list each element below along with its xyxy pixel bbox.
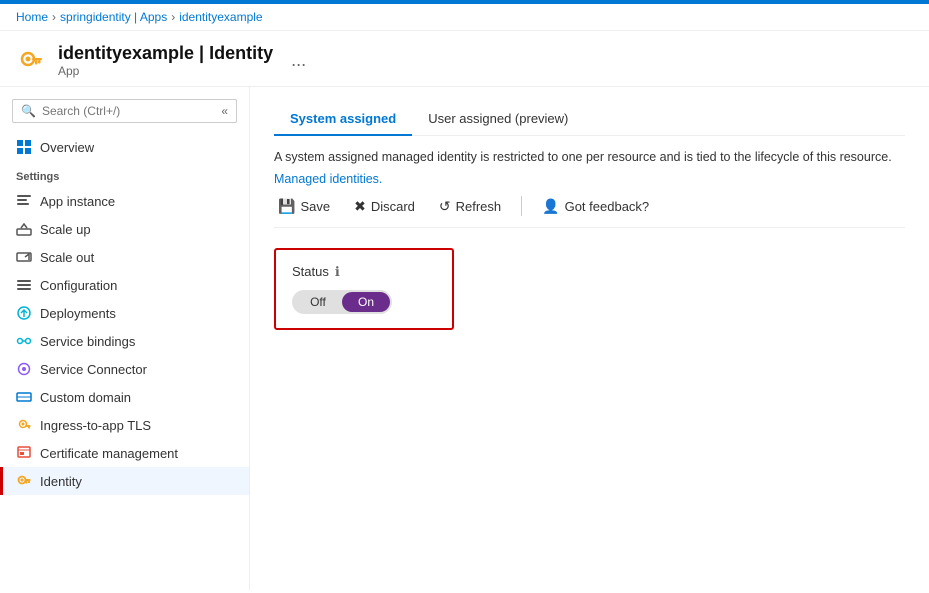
- scale-out-icon: [16, 249, 32, 265]
- sidebar: 🔍 « Overview Settings App instance Scale…: [0, 87, 250, 590]
- sidebar-item-custom-domain-label: Custom domain: [40, 390, 131, 405]
- sidebar-item-app-instance-label: App instance: [40, 194, 115, 209]
- sidebar-item-configuration-label: Configuration: [40, 278, 117, 293]
- configuration-icon: [16, 277, 32, 293]
- sidebar-item-identity[interactable]: Identity: [0, 467, 249, 495]
- sidebar-item-scale-up-label: Scale up: [40, 222, 91, 237]
- sidebar-item-cert-mgmt-label: Certificate management: [40, 446, 178, 461]
- app-instance-icon: [16, 193, 32, 209]
- sidebar-item-cert-mgmt[interactable]: Certificate management: [0, 439, 249, 467]
- discard-button[interactable]: ✖ Discard: [350, 196, 419, 217]
- save-icon: 💾: [278, 198, 295, 215]
- discard-icon: ✖: [354, 198, 366, 215]
- overview-icon: [16, 139, 32, 155]
- main-layout: 🔍 « Overview Settings App instance Scale…: [0, 87, 929, 590]
- sidebar-item-scale-out-label: Scale out: [40, 250, 94, 265]
- custom-domain-icon: [16, 389, 32, 405]
- header-menu-button[interactable]: ...: [291, 50, 306, 71]
- tab-user-assigned[interactable]: User assigned (preview): [412, 103, 584, 136]
- service-bindings-icon: [16, 333, 32, 349]
- deployments-icon: [16, 305, 32, 321]
- page-title: identityexample | Identity: [58, 43, 273, 64]
- search-input[interactable]: [42, 104, 215, 118]
- sidebar-item-scale-up[interactable]: Scale up: [0, 215, 249, 243]
- status-toggle[interactable]: Off On: [292, 290, 392, 314]
- breadcrumb-apps[interactable]: springidentity | Apps: [60, 10, 167, 24]
- sidebar-item-deployments[interactable]: Deployments: [0, 299, 249, 327]
- toggle-on[interactable]: On: [342, 292, 390, 312]
- sidebar-item-deployments-label: Deployments: [40, 306, 116, 321]
- breadcrumb-home[interactable]: Home: [16, 10, 48, 24]
- refresh-label: Refresh: [456, 199, 502, 214]
- breadcrumb-resource[interactable]: identityexample: [179, 10, 262, 24]
- identity-icon: [16, 473, 32, 489]
- scale-up-icon: [16, 221, 32, 237]
- toggle-off[interactable]: Off: [294, 292, 342, 312]
- cert-mgmt-icon: [16, 445, 32, 461]
- toolbar-divider: [521, 196, 522, 216]
- sidebar-item-overview[interactable]: Overview: [0, 133, 249, 161]
- sidebar-item-service-connector[interactable]: Service Connector: [0, 355, 249, 383]
- feedback-label: Got feedback?: [565, 199, 650, 214]
- status-text: Status: [292, 264, 329, 279]
- sidebar-item-overview-label: Overview: [40, 140, 94, 155]
- main-content: System assigned User assigned (preview) …: [250, 87, 929, 590]
- sidebar-item-app-instance[interactable]: App instance: [0, 187, 249, 215]
- sidebar-item-scale-out[interactable]: Scale out: [0, 243, 249, 271]
- refresh-icon: ↺: [439, 198, 451, 215]
- toolbar: 💾 Save ✖ Discard ↺ Refresh 👤 Got feedbac…: [274, 186, 905, 228]
- feedback-icon: 👤: [542, 198, 559, 215]
- status-box: Status ℹ Off On: [274, 248, 454, 330]
- save-label: Save: [300, 199, 330, 214]
- sidebar-item-ingress-tls-label: Ingress-to-app TLS: [40, 418, 151, 433]
- sidebar-item-configuration[interactable]: Configuration: [0, 271, 249, 299]
- search-box[interactable]: 🔍 «: [12, 99, 237, 123]
- sidebar-item-custom-domain[interactable]: Custom domain: [0, 383, 249, 411]
- sidebar-item-service-bindings[interactable]: Service bindings: [0, 327, 249, 355]
- refresh-button[interactable]: ↺ Refresh: [435, 196, 505, 217]
- service-connector-icon: [16, 361, 32, 377]
- status-info-icon[interactable]: ℹ: [335, 264, 340, 280]
- managed-identities-link[interactable]: Managed identities.: [274, 172, 382, 186]
- search-icon: 🔍: [21, 104, 36, 118]
- collapse-icon[interactable]: «: [221, 104, 228, 118]
- breadcrumb: Home › springidentity | Apps › identitye…: [0, 4, 929, 31]
- tabs: System assigned User assigned (preview): [274, 103, 905, 136]
- sidebar-item-identity-label: Identity: [40, 474, 82, 489]
- info-text: A system assigned managed identity is re…: [274, 148, 905, 167]
- discard-label: Discard: [371, 199, 415, 214]
- feedback-button[interactable]: 👤 Got feedback?: [538, 196, 653, 217]
- page-header: identityexample | Identity App ...: [0, 31, 929, 87]
- tab-system-assigned[interactable]: System assigned: [274, 103, 412, 136]
- ingress-tls-icon: [16, 417, 32, 433]
- save-button[interactable]: 💾 Save: [274, 196, 334, 217]
- sidebar-item-service-bindings-label: Service bindings: [40, 334, 135, 349]
- resource-icon: [16, 45, 48, 77]
- page-subtitle: App: [58, 64, 273, 78]
- sidebar-item-service-connector-label: Service Connector: [40, 362, 147, 377]
- status-label-row: Status ℹ: [292, 264, 436, 280]
- sidebar-item-ingress-tls[interactable]: Ingress-to-app TLS: [0, 411, 249, 439]
- settings-section-label: Settings: [0, 161, 249, 187]
